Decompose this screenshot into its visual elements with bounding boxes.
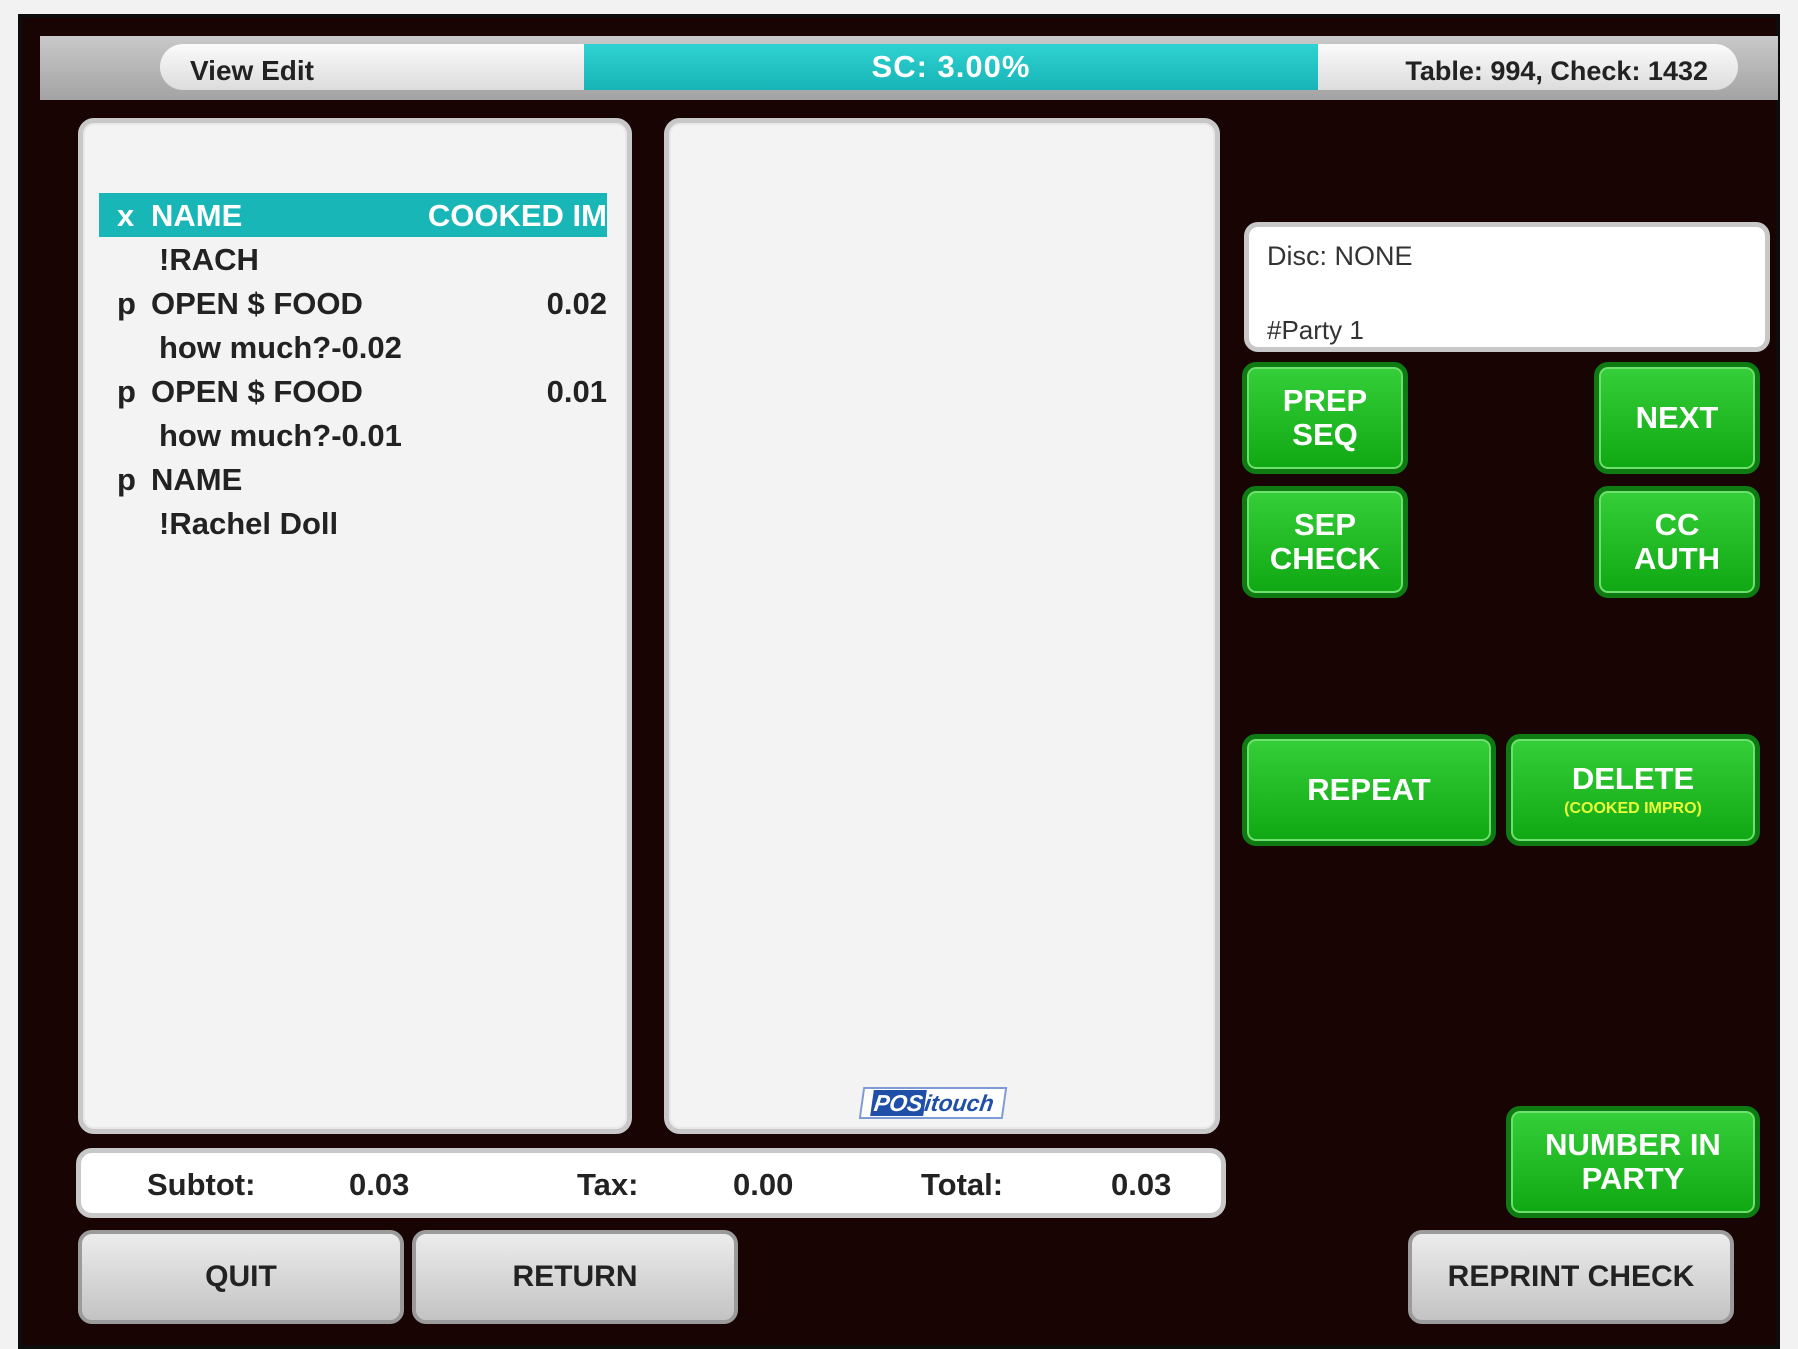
check-item-modifier-row[interactable]: !RACH (99, 237, 607, 281)
tax-label: Tax: (577, 1167, 639, 1202)
check-item-modifier-row[interactable]: how much?-0.02 (99, 325, 607, 369)
check-item-row[interactable]: p NAME (99, 457, 607, 501)
quit-button[interactable]: QUIT (78, 1230, 404, 1324)
item-value: 0.02 (546, 286, 607, 321)
item-flag: p (117, 374, 136, 409)
cc-auth-button[interactable]: CC AUTH (1594, 486, 1760, 598)
delete-button[interactable]: DELETE (COOKED IMPRO) (1506, 734, 1760, 846)
subtotal-label: Subtot: (147, 1167, 256, 1202)
total-label: Total: (921, 1167, 1004, 1202)
center-display-panel: POSitouch (664, 118, 1220, 1134)
check-item-row[interactable]: p OPEN $ FOOD 0.01 (99, 369, 607, 413)
item-value: 0.01 (546, 374, 607, 409)
next-button[interactable]: NEXT (1594, 362, 1760, 474)
check-item-row[interactable]: x NAME COOKED IM (99, 193, 607, 237)
status-pill: View Edit SC: 3.00% Table: 994, Check: 1… (160, 44, 1738, 90)
item-name: OPEN $ FOOD (151, 374, 363, 409)
item-name: how much?-0.01 (159, 418, 402, 453)
item-name: NAME (151, 462, 243, 497)
item-name: !RACH (159, 242, 259, 277)
check-item-modifier-row[interactable]: !Rachel Doll (99, 501, 607, 545)
discount-label: Disc: NONE (1267, 241, 1413, 271)
reprint-check-button[interactable]: REPRINT CHECK (1408, 1230, 1734, 1324)
table-check-label: Table: 994, Check: 1432 (1405, 56, 1708, 86)
item-value: COOKED IM (427, 198, 607, 233)
tax-value: 0.00 (733, 1167, 794, 1202)
party-count-label: #Party 1 (1267, 315, 1364, 345)
subtotal-value: 0.03 (349, 1167, 410, 1202)
item-name: NAME (151, 198, 243, 233)
item-name: OPEN $ FOOD (151, 286, 363, 321)
item-name: how much?-0.02 (159, 330, 402, 365)
check-item-modifier-row[interactable]: how much?-0.01 (99, 413, 607, 457)
prep-seq-button[interactable]: PREP SEQ (1242, 362, 1408, 474)
sep-check-button[interactable]: SEP CHECK (1242, 486, 1408, 598)
number-in-party-button[interactable]: NUMBER IN PARTY (1506, 1106, 1760, 1218)
positouch-logo: POSitouch (858, 1087, 1008, 1119)
item-flag: x (117, 198, 135, 233)
return-button[interactable]: RETURN (412, 1230, 738, 1324)
check-info-box: Disc: NONE #Party 1 (1244, 222, 1770, 352)
item-name: !Rachel Doll (159, 506, 339, 541)
check-items-panel: x NAME COOKED IM !RACH p OPEN $ FOOD 0.02 how m… (78, 118, 632, 1134)
totals-bar: Subtot: 0.03 Tax: 0.00 Total: 0.03 (76, 1148, 1226, 1218)
repeat-button[interactable]: REPEAT (1242, 734, 1496, 846)
mode-label: View Edit (190, 55, 314, 86)
total-value: 0.03 (1111, 1167, 1172, 1202)
item-flag: p (117, 286, 136, 321)
item-flag: p (117, 462, 136, 497)
top-status-bar: View Edit SC: 3.00% Table: 994, Check: 1… (40, 36, 1778, 100)
check-item-list: x NAME COOKED IM !RACH p OPEN $ FOOD 0.02 how m… (99, 193, 607, 545)
check-item-row[interactable]: p OPEN $ FOOD 0.02 (99, 281, 607, 325)
service-charge-indicator: SC: 3.00% (584, 44, 1318, 90)
